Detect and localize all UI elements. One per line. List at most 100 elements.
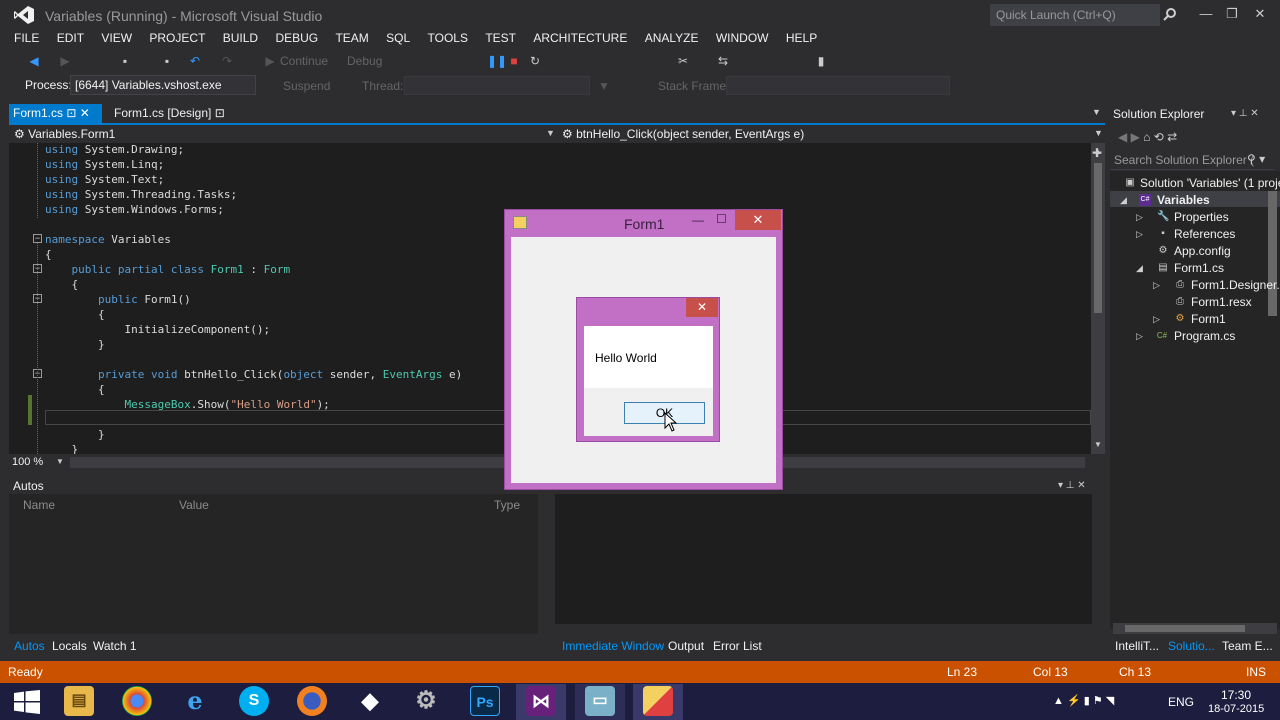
messagebox-close-button[interactable]: ✕	[686, 298, 718, 317]
visual-studio-taskbar-icon[interactable]: ⋈	[526, 686, 556, 716]
tab-output[interactable]: Output	[668, 639, 704, 653]
windows-start-icon[interactable]	[14, 690, 40, 714]
menu-test[interactable]: TEST	[485, 30, 516, 46]
process-dropdown[interactable]: [6644] Variables.vshost.exe	[70, 75, 256, 95]
immediate-hscrollbar[interactable]	[555, 624, 1092, 634]
continue-button[interactable]: Continue	[280, 54, 328, 68]
tree-item-program-cs[interactable]: Program.cs	[1174, 329, 1235, 343]
tab-form1-cs[interactable]: Form1.cs ⊡ ✕	[9, 104, 102, 123]
column-value[interactable]: Value	[179, 498, 209, 512]
autos-scrollbar[interactable]	[538, 494, 550, 634]
member-dropdown[interactable]: ⚙ btnHello_Click(object sender, EventArg…	[562, 127, 804, 141]
menu-view[interactable]: VIEW	[101, 30, 132, 46]
menu-analyze[interactable]: ANALYZE	[645, 30, 699, 46]
battery-icon[interactable]: ▮	[1084, 695, 1090, 707]
chevron-down-icon[interactable]: ▼	[546, 128, 555, 138]
close-button[interactable]: ✕	[1250, 6, 1270, 22]
code-text[interactable]: using System.Drawing; using System.Linq;…	[45, 143, 462, 454]
form-app-taskbar-icon[interactable]	[643, 686, 673, 716]
menu-tools[interactable]: TOOLS	[428, 30, 468, 46]
photoshop-icon[interactable]: Ps	[470, 686, 500, 716]
panel-menu-icon[interactable]: ▾ ⊥ ✕	[1231, 108, 1259, 119]
search-icon[interactable]: ⚲ ▾	[1247, 152, 1265, 166]
network-icon[interactable]: ⚡	[1067, 695, 1081, 707]
continue-icon[interactable]: ▶	[263, 54, 277, 68]
collapse-arrow-icon[interactable]: ▷	[1153, 314, 1160, 325]
immediate-scrollbar[interactable]	[1092, 494, 1104, 624]
forward-icon[interactable]: ▶	[58, 54, 72, 68]
column-name[interactable]: Name	[23, 498, 55, 512]
tab-form1-design[interactable]: Form1.cs [Design] ⊡	[110, 104, 229, 123]
show-hidden-icon[interactable]: ▲	[1053, 695, 1064, 707]
expand-icon[interactable]: ◢	[1120, 195, 1127, 206]
menu-architecture[interactable]: ARCHITECTURE	[533, 30, 627, 46]
home-icon[interactable]: ⌂	[1143, 130, 1150, 144]
tab-watch1[interactable]: Watch 1	[93, 639, 137, 653]
tree-item-form1-class[interactable]: Form1	[1191, 312, 1226, 326]
tree-item-project[interactable]: Variables	[1157, 193, 1210, 207]
restart-icon[interactable]: ↻	[528, 54, 542, 68]
expand-icon[interactable]: ◢	[1136, 263, 1143, 274]
debug-tool-icon[interactable]: ✂	[676, 54, 690, 68]
collapse-arrow-icon[interactable]: ▷	[1136, 212, 1143, 223]
tree-item-properties[interactable]: Properties	[1174, 210, 1229, 224]
search-icon[interactable]	[1163, 7, 1177, 21]
tree-item-form1-resx[interactable]: Form1.resx	[1191, 295, 1252, 309]
redo-icon[interactable]: ↷	[220, 54, 234, 68]
file-explorer-icon[interactable]: ▤	[64, 686, 94, 716]
chevron-down-icon[interactable]: ▼	[1094, 128, 1103, 138]
menu-edit[interactable]: EDIT	[57, 30, 84, 46]
save-all-icon[interactable]: ▪	[160, 54, 174, 68]
step-icon[interactable]: ⇆	[716, 54, 730, 68]
tree-item-references[interactable]: References	[1174, 227, 1235, 241]
column-type[interactable]: Type	[494, 498, 520, 512]
immediate-window[interactable]	[555, 494, 1092, 634]
maximize-button[interactable]: ☐	[716, 212, 727, 226]
wifi-icon[interactable]: ◥	[1106, 695, 1114, 707]
menu-window[interactable]: WINDOW	[716, 30, 769, 46]
se-hscrollbar[interactable]	[1113, 623, 1277, 634]
pin-icon[interactable]: ⊡ ✕	[66, 106, 89, 120]
panel-menu-icon[interactable]: ▾ ⊥ ✕	[1058, 480, 1086, 491]
firefox-icon[interactable]	[297, 686, 327, 716]
collapse-icon[interactable]: −	[33, 234, 42, 243]
stack-frame-dropdown[interactable]	[726, 76, 950, 95]
notepad-icon[interactable]: ▭	[585, 686, 615, 716]
menu-help[interactable]: HELP	[786, 30, 817, 46]
minimize-button[interactable]: —	[692, 213, 704, 227]
menu-sql[interactable]: SQL	[386, 30, 410, 46]
forward-icon[interactable]: ▶	[1131, 130, 1140, 144]
back-icon[interactable]: ◀	[27, 54, 41, 68]
skype-icon[interactable]: S	[239, 686, 269, 716]
collapse-arrow-icon[interactable]: ▷	[1136, 229, 1143, 240]
editor-vertical-scrollbar[interactable]: ▲ ▼	[1091, 143, 1105, 454]
stop-debugging-icon[interactable]: ■	[507, 54, 521, 68]
tray-icons[interactable]: ▲ ⚡ ▮ ⚑ ◥	[1053, 694, 1114, 707]
menu-team[interactable]: TEAM	[335, 30, 368, 46]
filter-icon[interactable]: ▼	[597, 79, 611, 93]
tab-solution-explorer[interactable]: Solutio...	[1168, 639, 1215, 653]
tab-immediate-window[interactable]: Immediate Window	[562, 639, 664, 653]
suspend-button[interactable]: Suspend	[283, 79, 330, 93]
collapse-arrow-icon[interactable]: ▷	[1136, 331, 1143, 342]
thread-dropdown[interactable]	[404, 76, 590, 95]
config-dropdown[interactable]: Debug	[347, 54, 382, 68]
flag-icon[interactable]: ⚑	[1093, 695, 1103, 707]
sync-icon[interactable]: ⟲	[1154, 130, 1164, 144]
menu-file[interactable]: FILE	[14, 30, 39, 46]
chrome-icon[interactable]	[122, 686, 152, 716]
tree-item-form1-cs[interactable]: Form1.cs	[1174, 261, 1224, 275]
tab-error-list[interactable]: Error List	[713, 639, 762, 653]
quick-launch-input[interactable]: Quick Launch (Ctrl+Q)	[990, 4, 1160, 26]
unity-icon[interactable]: ◆	[355, 686, 385, 716]
autos-panel[interactable]	[9, 494, 550, 634]
tab-overflow-icon[interactable]: ▼	[1092, 107, 1101, 117]
form1-close-button[interactable]: ✕	[735, 210, 781, 230]
tab-intellitrace[interactable]: IntelliT...	[1115, 639, 1159, 653]
restore-button[interactable]: ❐	[1222, 6, 1242, 22]
language-indicator[interactable]: ENG	[1168, 695, 1194, 709]
tree-item-app-config[interactable]: App.config	[1174, 244, 1231, 258]
internet-explorer-icon[interactable]: e	[180, 686, 210, 716]
tab-locals[interactable]: Locals	[52, 639, 87, 653]
tab-team-explorer[interactable]: Team E...	[1222, 639, 1273, 653]
